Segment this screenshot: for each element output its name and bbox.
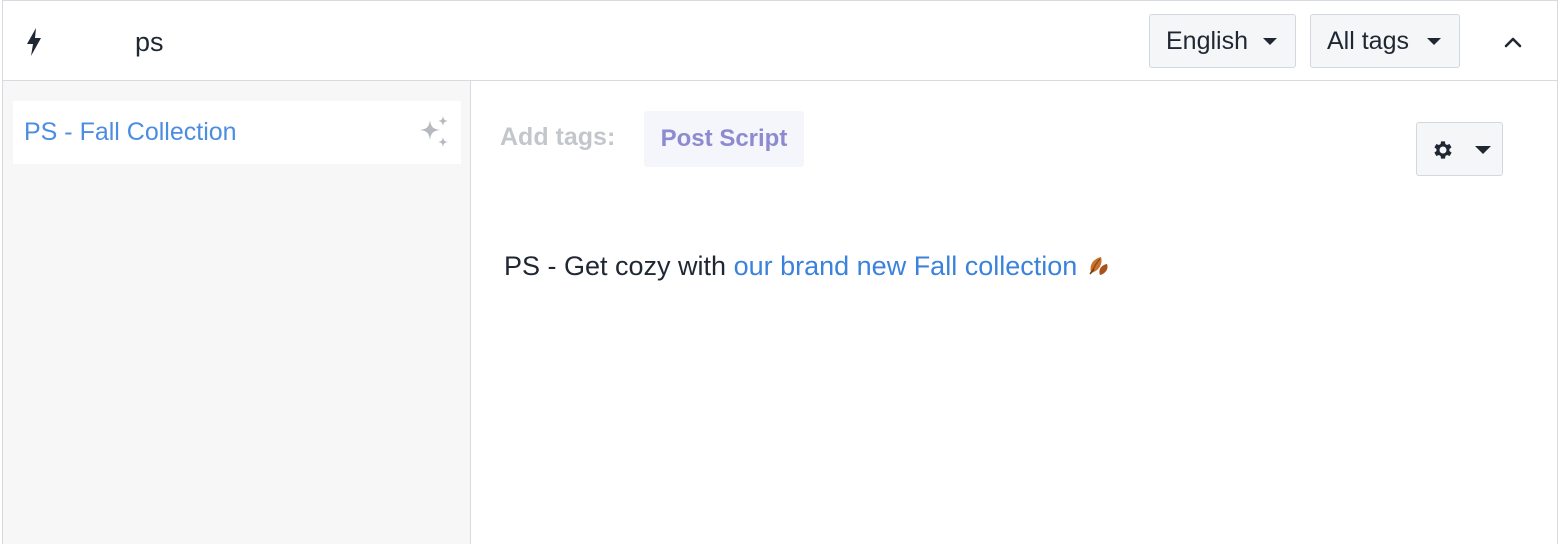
sparkles-icon [420, 116, 448, 147]
add-tags-label: Add tags: [500, 123, 616, 151]
settings-dropdown-button[interactable] [1416, 122, 1503, 176]
message-text: PS - Get cozy with [504, 251, 734, 281]
search-input[interactable]: ps [135, 27, 164, 57]
tag-chip[interactable]: Post Script [644, 111, 804, 167]
caret-down-icon [1427, 38, 1441, 45]
lightning-bolt-icon [27, 28, 41, 56]
caret-down-icon [1263, 38, 1277, 45]
macro-body-text: PS - Get cozy with our brand new Fall co… [504, 249, 1113, 282]
header-bar: ps English All tags [3, 1, 1557, 81]
macro-detail: Add tags: Post Script PS - Get cozy with… [472, 81, 1557, 544]
language-dropdown[interactable]: English [1149, 14, 1296, 68]
macro-list-item-label: PS - Fall Collection [24, 118, 237, 146]
macro-panel: ps English All tags PS - Fall Collection… [2, 0, 1558, 544]
fallen-leaf-icon [1089, 257, 1108, 275]
chevron-up-icon[interactable] [1497, 27, 1529, 57]
tags-dropdown-label: All tags [1327, 26, 1409, 55]
macro-list-sidebar: PS - Fall Collection [3, 81, 471, 544]
collection-link[interactable]: our brand new Fall collection [734, 251, 1078, 281]
macro-list-item[interactable]: PS - Fall Collection [13, 101, 461, 164]
language-dropdown-label: English [1166, 26, 1248, 55]
tags-filter-dropdown[interactable]: All tags [1310, 14, 1460, 68]
gear-icon [1434, 141, 1452, 159]
caret-down-icon [1475, 146, 1491, 154]
